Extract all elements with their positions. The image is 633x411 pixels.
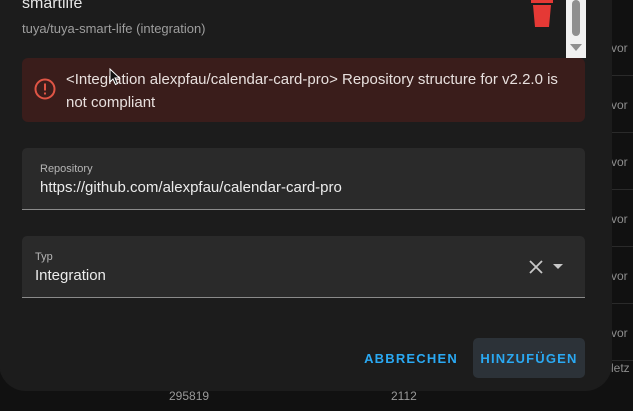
list-item-label: vor <box>611 325 628 340</box>
error-alert: <Integration alexpfau/calendar-card-pro>… <box>22 58 585 122</box>
list-item: vor <box>609 191 633 247</box>
list-item-label: vor <box>611 97 628 112</box>
mouse-cursor-icon <box>109 67 121 86</box>
scrollbar-thumb[interactable] <box>572 0 580 36</box>
scroll-down-arrow-icon[interactable] <box>570 44 582 51</box>
cancel-button[interactable]: ABBRECHEN <box>362 338 460 378</box>
chevron-down-icon[interactable] <box>553 264 563 269</box>
clear-icon[interactable] <box>527 258 545 276</box>
add-repository-dialog: smartlife tuya/tuya-smart-life (integrat… <box>0 0 611 390</box>
alert-message: <Integration alexpfau/calendar-card-pro>… <box>66 71 558 111</box>
type-field-label: Typ <box>35 251 53 263</box>
list-item: vor <box>609 20 633 76</box>
list-item-label: vor <box>611 268 628 283</box>
repository-item-subtitle: tuya/tuya-smart-life (integration) <box>22 21 206 36</box>
list-item: vor <box>609 248 633 304</box>
list-item: vor <box>609 77 633 133</box>
list-item-label: vor <box>611 154 628 169</box>
background-list: vor vor vor vor vor vor letz <box>609 0 633 411</box>
repository-input[interactable]: https://github.com/alexpfau/calendar-car… <box>40 179 342 196</box>
trash-icon[interactable] <box>528 0 556 27</box>
list-item-label: letz <box>611 361 630 375</box>
repository-item-title: smartlife <box>22 0 83 12</box>
type-select-value: Integration <box>35 267 106 284</box>
type-select[interactable]: Typ Integration <box>22 236 585 298</box>
stat-value: 295819 <box>169 389 210 403</box>
list-item: letz <box>609 340 633 396</box>
list-item: vor <box>609 134 633 190</box>
stat-value: 2112 <box>391 389 417 403</box>
list-item-label: vor <box>611 211 628 226</box>
list-item-label: vor <box>611 40 628 55</box>
add-button[interactable]: HINZUFÜGEN <box>473 338 585 378</box>
error-circle-icon <box>34 78 56 100</box>
repository-field-label: Repository <box>40 163 93 175</box>
repository-field[interactable]: Repository https://github.com/alexpfau/c… <box>22 148 585 210</box>
